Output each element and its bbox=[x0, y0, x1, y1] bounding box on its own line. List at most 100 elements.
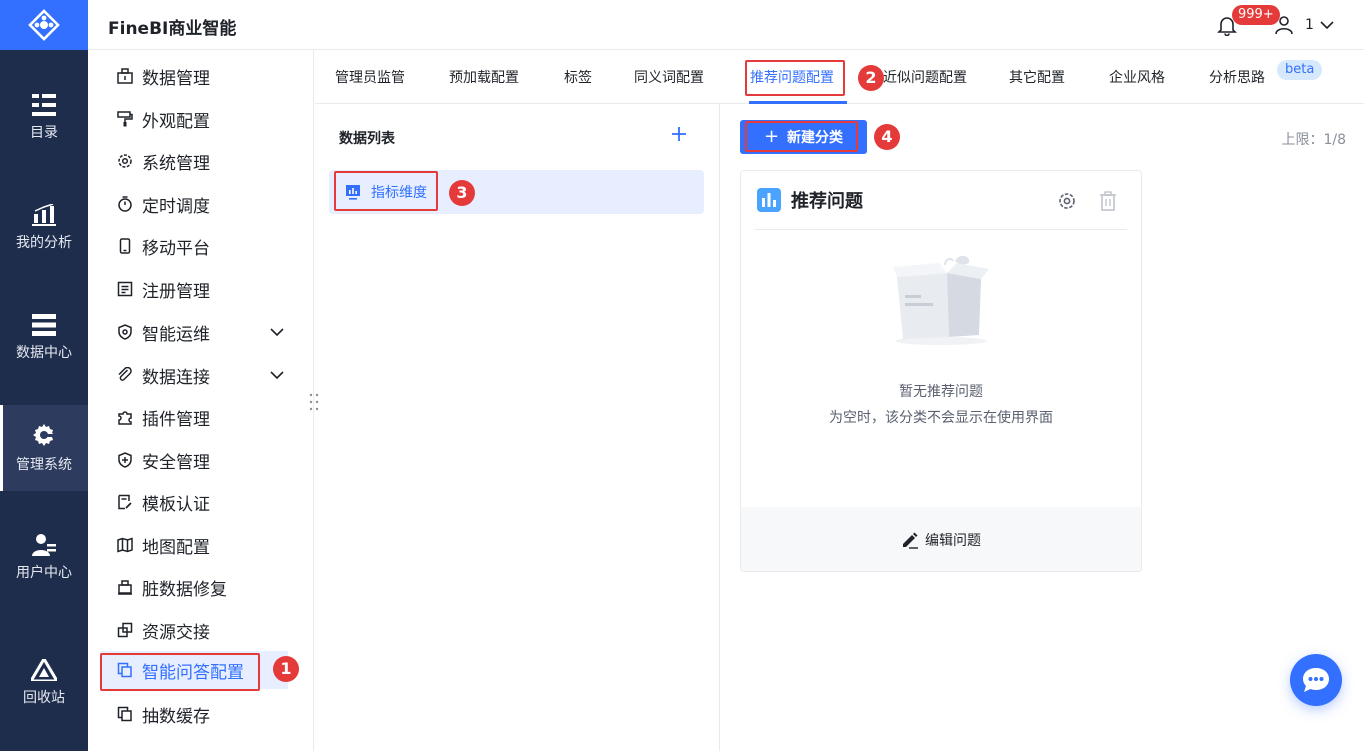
cache-icon bbox=[116, 705, 134, 723]
menu-item-label: 注册管理 bbox=[142, 281, 210, 302]
empty-title: 暂无推荐问题 bbox=[899, 384, 983, 400]
card-header: 推荐问题 bbox=[757, 187, 863, 213]
chart-icon bbox=[757, 188, 781, 212]
template-icon bbox=[116, 493, 134, 511]
data-management-icon bbox=[116, 67, 134, 85]
menu-item-label: 安全管理 bbox=[142, 452, 210, 473]
main-nav: 目录 我的分析 数据中心 管理系统 用户中心 回收站 bbox=[0, 0, 88, 751]
top-header: FineBI商业智能 999+ 1 bbox=[88, 0, 1364, 50]
config-tabs: 管理员监管 预加载配置 标签 同义词配置 推荐问题配置 近似问题配置 其它配置 … bbox=[315, 50, 1364, 104]
menu-item-map-config[interactable]: 地图配置 bbox=[100, 526, 288, 564]
add-icon[interactable] bbox=[669, 124, 689, 144]
tab-other-config[interactable]: 其它配置 bbox=[1009, 67, 1065, 87]
menu-item-label: 外观配置 bbox=[142, 111, 210, 132]
step-number: 2 bbox=[858, 65, 884, 91]
trash-icon[interactable] bbox=[1099, 191, 1117, 211]
empty-description: 为空时，该分类不会显示在使用界面 bbox=[829, 410, 1053, 426]
menu-item-label: 地图配置 bbox=[142, 537, 210, 558]
stopwatch-icon bbox=[116, 195, 134, 213]
highlight-box bbox=[100, 653, 260, 691]
nav-item-management[interactable]: 管理系统 bbox=[0, 405, 88, 491]
edit-questions-button[interactable]: 编辑问题 bbox=[741, 507, 1141, 571]
tab-admin-monitor[interactable]: 管理员监管 bbox=[335, 67, 405, 87]
nav-label: 管理系统 bbox=[16, 457, 72, 473]
beta-badge: beta bbox=[1277, 60, 1323, 80]
menu-item-label: 移动平台 bbox=[142, 238, 210, 259]
tab-preload[interactable]: 预加载配置 bbox=[449, 67, 519, 87]
map-icon bbox=[116, 536, 134, 554]
mobile-icon bbox=[116, 237, 134, 255]
menu-item-plugins[interactable]: 插件管理 bbox=[100, 398, 288, 436]
chevron-down-icon[interactable] bbox=[270, 368, 284, 382]
nav-item-user-center[interactable]: 用户中心 bbox=[0, 515, 88, 601]
recycle-icon bbox=[31, 659, 57, 681]
chevron-down-icon[interactable] bbox=[1320, 18, 1334, 32]
menu-item-label: 资源交接 bbox=[142, 622, 210, 643]
empty-box-icon bbox=[893, 255, 989, 345]
tab-synonyms[interactable]: 同义词配置 bbox=[634, 67, 704, 87]
chevron-down-icon[interactable] bbox=[270, 325, 284, 339]
category-card: 推荐问题 暂无推荐问题 为空时，该分类不会显示在使用界面 编辑问题 bbox=[740, 170, 1142, 572]
menu-item-data-management[interactable]: 数据管理 bbox=[100, 57, 288, 95]
app-title: FineBI商业智能 bbox=[108, 19, 237, 39]
highlight-box bbox=[745, 60, 845, 96]
link-icon bbox=[116, 366, 134, 384]
menu-item-dirty-data[interactable]: 脏数据修复 bbox=[100, 568, 288, 606]
menu-item-register[interactable]: 注册管理 bbox=[100, 270, 288, 308]
handover-icon bbox=[116, 621, 134, 639]
menu-item-security[interactable]: 安全管理 bbox=[100, 441, 288, 479]
data-list-panel: 数据列表 指标维度 3 bbox=[315, 104, 720, 751]
menu-item-label: 抽数缓存 bbox=[142, 706, 210, 727]
ops-icon bbox=[116, 323, 134, 341]
nav-item-my-analysis[interactable]: 我的分析 bbox=[0, 185, 88, 271]
step-number: 1 bbox=[273, 656, 299, 682]
gear-icon[interactable] bbox=[1057, 191, 1077, 211]
menu-item-appearance[interactable]: 外观配置 bbox=[100, 100, 288, 138]
analysis-icon bbox=[32, 204, 56, 226]
tab-similar-questions[interactable]: 近似问题配置 bbox=[883, 67, 967, 87]
user-name[interactable]: 1 bbox=[1305, 17, 1314, 33]
paint-roller-icon bbox=[116, 110, 134, 128]
puzzle-icon bbox=[116, 408, 134, 426]
tab-enterprise-style[interactable]: 企业风格 bbox=[1109, 67, 1165, 87]
notification-badge: 999+ bbox=[1232, 5, 1280, 25]
menu-item-label: 系统管理 bbox=[142, 153, 210, 174]
tab-tags[interactable]: 标签 bbox=[564, 67, 592, 87]
menu-item-template-cert[interactable]: 模板认证 bbox=[100, 483, 288, 521]
nav-item-recycle-bin[interactable]: 回收站 bbox=[0, 640, 88, 726]
chat-icon bbox=[1303, 668, 1329, 692]
edit-questions-label: 编辑问题 bbox=[925, 533, 981, 549]
menu-item-handover[interactable]: 资源交接 bbox=[100, 611, 288, 649]
edit-icon bbox=[903, 532, 918, 549]
nav-label: 目录 bbox=[30, 125, 58, 141]
logo[interactable] bbox=[0, 0, 88, 50]
menu-item-data-connection[interactable]: 数据连接 bbox=[100, 356, 288, 394]
menu-item-label: 数据管理 bbox=[142, 68, 210, 89]
settings-icon bbox=[116, 152, 134, 170]
menu-item-system[interactable]: 系统管理 bbox=[100, 142, 288, 180]
menu-item-smart-ops[interactable]: 智能运维 bbox=[100, 313, 288, 351]
highlight-box bbox=[334, 171, 438, 211]
nav-item-catalog[interactable]: 目录 bbox=[0, 75, 88, 161]
gear-icon bbox=[33, 424, 55, 446]
category-limit: 上限：1/8 bbox=[1281, 132, 1346, 148]
register-icon bbox=[116, 280, 134, 298]
menu-item-label: 脏数据修复 bbox=[142, 579, 227, 600]
nav-label: 我的分析 bbox=[16, 235, 72, 251]
menu-item-label: 模板认证 bbox=[142, 494, 210, 515]
main-content: + 新建分类 4 上限：1/8 推荐问题 暂无推荐问题 为空时，该分类不会显示在… bbox=[720, 104, 1364, 751]
user-icon[interactable] bbox=[1274, 15, 1294, 35]
data-center-icon bbox=[32, 314, 56, 336]
nav-label: 数据中心 bbox=[16, 345, 72, 361]
menu-item-mobile[interactable]: 移动平台 bbox=[100, 227, 288, 265]
menu-item-extract-cache[interactable]: 抽数缓存 bbox=[100, 695, 288, 733]
menu-item-label: 数据连接 bbox=[142, 367, 210, 388]
nav-item-data-center[interactable]: 数据中心 bbox=[0, 295, 88, 381]
step-number: 3 bbox=[449, 180, 475, 206]
settings-menu: 数据管理 外观配置 系统管理 定时调度 移动平台 注册管理 智能运维 数据连接 … bbox=[88, 50, 314, 751]
menu-item-schedule[interactable]: 定时调度 bbox=[100, 185, 288, 223]
tab-analysis-thinking[interactable]: 分析思路 bbox=[1209, 67, 1265, 87]
menu-item-label: 插件管理 bbox=[142, 409, 210, 430]
logo-icon bbox=[28, 9, 60, 41]
chat-assistant-button[interactable] bbox=[1290, 654, 1342, 706]
